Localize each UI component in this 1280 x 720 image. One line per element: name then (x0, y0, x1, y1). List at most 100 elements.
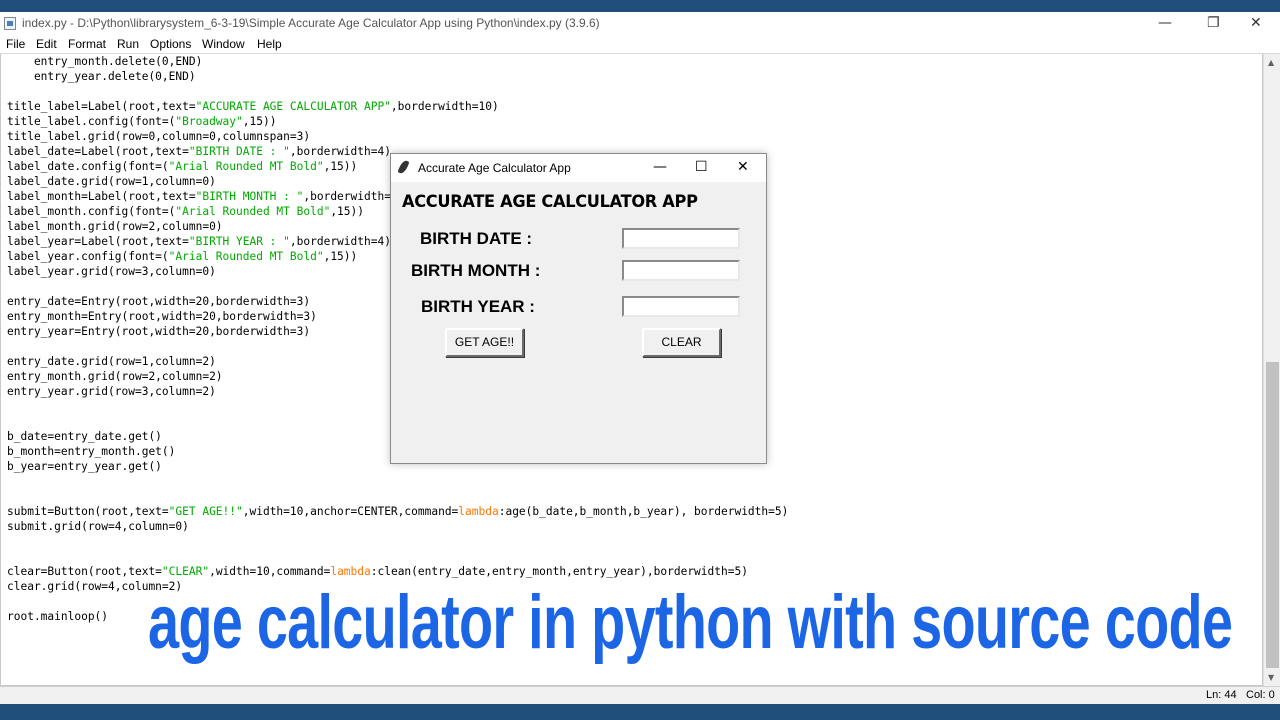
taskbar (0, 704, 1280, 720)
code-string: "Broadway" (175, 115, 243, 128)
birth-date-input[interactable] (622, 228, 740, 249)
code-string: "BIRTH YEAR : " (188, 235, 290, 248)
menu-format[interactable]: Format (68, 37, 106, 51)
app-title: Accurate Age Calculator App (418, 161, 571, 175)
menu-bar: File Edit Format Run Options Window Help (0, 34, 1280, 54)
code-line: title_label=Label(root,text="ACCURATE AG… (7, 99, 788, 114)
code-token: title_label.grid(row=0,column=0,columnsp… (7, 130, 311, 143)
code-keyword: lambda (330, 565, 371, 578)
birth-year-label: BIRTH YEAR : (421, 297, 535, 316)
code-token: title_label.config(font=( (7, 115, 176, 128)
code-string: "BIRTH DATE : " (188, 145, 290, 158)
app-close-icon[interactable]: ✕ (737, 159, 749, 175)
menu-file[interactable]: File (6, 37, 25, 51)
close-icon[interactable]: ✕ (1250, 15, 1262, 31)
menu-options[interactable]: Options (150, 37, 191, 51)
menu-edit[interactable]: Edit (36, 37, 57, 51)
code-token: ,borderwidth=4) (289, 235, 391, 248)
code-string: "Arial Rounded MT Bold" (175, 205, 331, 218)
code-string: "CLEAR" (161, 565, 210, 578)
birth-year-input[interactable] (622, 296, 740, 317)
code-token: ,width=10,anchor=CENTER,command= (242, 505, 459, 518)
code-token: label_month.config(font=( (7, 205, 176, 218)
code-token: ,15)) (323, 160, 358, 173)
code-token: b_month=entry_month.get() (7, 445, 176, 458)
menu-window[interactable]: Window (202, 37, 245, 51)
birth-date-label: BIRTH DATE : (420, 229, 533, 248)
code-token: label_month.grid(row=2,column=0) (7, 220, 223, 233)
video-caption: age calculator in python with source cod… (148, 580, 1233, 665)
code-token: root.mainloop() (7, 610, 109, 623)
app-maximize-icon[interactable]: ☐ (695, 159, 708, 175)
code-token: ,15)) (323, 250, 358, 263)
code-token: clear=Button(root,text= (7, 565, 162, 578)
menu-help[interactable]: Help (257, 37, 282, 51)
code-token: b_year=entry_year.get() (7, 460, 162, 473)
code-token: submit=Button(root,text= (7, 505, 169, 518)
desktop-top-strip (0, 0, 1280, 12)
status-bar: Ln: 44 Col: 0 (0, 686, 1280, 704)
tk-feather-icon (397, 159, 410, 175)
code-token: entry_year.delete(0,END) (7, 70, 196, 83)
birth-month-input[interactable] (622, 260, 740, 281)
code-token: entry_date=Entry(root,width=20,borderwid… (7, 295, 311, 308)
code-line: submit.grid(row=4,column=0) (7, 519, 788, 534)
code-token: label_date.grid(row=1,column=0) (7, 175, 216, 188)
clear-button[interactable]: CLEAR (642, 328, 721, 357)
code-string: "Arial Rounded MT Bold" (168, 250, 324, 263)
get-age-button[interactable]: GET AGE!! (445, 328, 524, 357)
code-token: :clean(entry_date,entry_month,entry_year… (370, 565, 748, 578)
code-line: clear=Button(root,text="CLEAR",width=10,… (7, 564, 788, 579)
code-token: entry_month.delete(0,END) (7, 55, 203, 68)
code-token: label_year=Label(root,text= (7, 235, 189, 248)
status-col: Col: 0 (1246, 689, 1275, 701)
code-keyword: lambda (458, 505, 499, 518)
code-string: "BIRTH MONTH : " (195, 190, 304, 203)
code-token: label_year.grid(row=3,column=0) (7, 265, 216, 278)
code-token: label_date.config(font=( (7, 160, 169, 173)
code-token: entry_year.grid(row=3,column=2) (7, 385, 216, 398)
vertical-scrollbar[interactable]: ▲ ▼ (1263, 54, 1280, 686)
code-token: entry_date.grid(row=1,column=2) (7, 355, 216, 368)
code-line: entry_year.delete(0,END) (7, 69, 788, 84)
scrollbar-thumb[interactable] (1266, 362, 1279, 668)
code-token: ,borderwidth=10) (390, 100, 499, 113)
idle-title-bar: index.py - D:\Python\librarysystem_6-3-1… (0, 12, 1280, 34)
code-token: label_date=Label(root,text= (7, 145, 189, 158)
scroll-down-icon[interactable]: ▼ (1268, 673, 1274, 682)
code-token: entry_month=Entry(root,width=20,borderwi… (7, 310, 317, 323)
code-token: ,15)) (330, 205, 364, 218)
code-string: "Arial Rounded MT Bold" (168, 160, 324, 173)
restore-icon[interactable]: ❐ (1207, 15, 1220, 31)
code-token: label_month=Label(root,text= (7, 190, 196, 203)
code-token: :age(b_date,b_month,b_year), borderwidth… (498, 505, 789, 518)
app-minimize-icon[interactable]: — (653, 159, 667, 175)
code-string: "ACCURATE AGE CALCULATOR APP" (195, 100, 391, 113)
code-token: ,15)) (242, 115, 277, 128)
age-calculator-window: Accurate Age Calculator App — ☐ ✕ ACCURA… (390, 153, 767, 464)
code-token: title_label=Label(root,text= (7, 100, 196, 113)
code-line: submit=Button(root,text="GET AGE!!",widt… (7, 504, 788, 519)
code-token: submit.grid(row=4,column=0) (7, 520, 189, 533)
birth-month-label: BIRTH MONTH : (411, 261, 541, 280)
code-token: entry_year=Entry(root,width=20,borderwid… (7, 325, 311, 338)
scroll-up-icon[interactable]: ▲ (1268, 58, 1274, 67)
minimize-icon[interactable]: — (1158, 15, 1172, 31)
menu-run[interactable]: Run (117, 37, 139, 51)
code-token: label_year.config(font=( (7, 250, 169, 263)
app-heading: ACCURATE AGE CALCULATOR APP (402, 192, 698, 211)
python-file-icon (4, 17, 16, 30)
code-token: b_date=entry_date.get() (7, 430, 162, 443)
code-token: entry_month.grid(row=2,column=2) (7, 370, 223, 383)
status-line: Ln: 44 (1206, 689, 1237, 701)
code-line: title_label.config(font=("Broadway",15)) (7, 114, 788, 129)
code-token: ,width=10,command= (209, 565, 331, 578)
code-string: "GET AGE!!" (168, 505, 243, 518)
window-title: index.py - D:\Python\librarysystem_6-3-1… (22, 16, 600, 30)
app-title-bar: Accurate Age Calculator App — ☐ ✕ (391, 154, 766, 182)
